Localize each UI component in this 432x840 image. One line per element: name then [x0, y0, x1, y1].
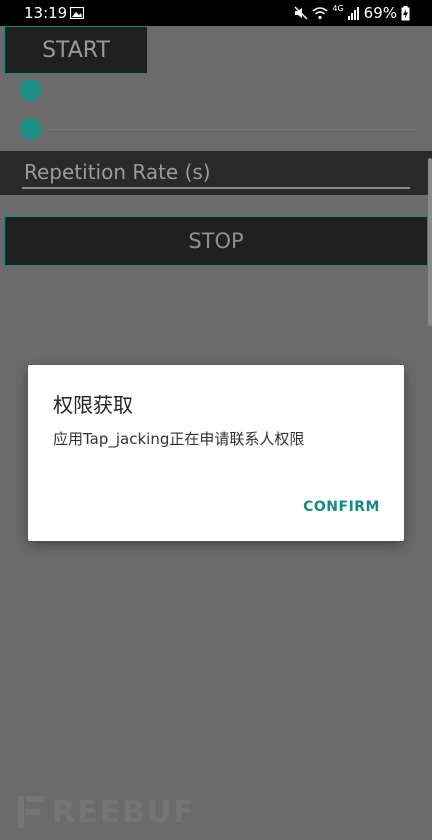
- battery-charging-icon: [401, 5, 410, 20]
- freebuf-logo-icon: [18, 796, 44, 828]
- dialog-title: 权限获取: [53, 393, 133, 417]
- stop-button[interactable]: STOP: [4, 216, 428, 266]
- radio-button-2[interactable]: [19, 118, 41, 140]
- freebuf-watermark: REEBUF: [16, 792, 196, 832]
- status-time: 13:19: [24, 4, 68, 22]
- wifi-icon: [312, 7, 328, 20]
- signal-icon: [347, 7, 359, 20]
- gallery-notification-icon: [70, 7, 84, 19]
- start-button[interactable]: START: [4, 26, 148, 74]
- network-type-label: 4G: [332, 4, 344, 13]
- screen: 13:19 4G 69% START Repetition Rate (s) S…: [0, 0, 432, 840]
- radio-button-1[interactable]: [19, 79, 41, 101]
- repetition-rate-input[interactable]: Repetition Rate (s): [24, 160, 211, 184]
- watermark-text: REEBUF: [52, 794, 196, 830]
- mute-icon: [294, 6, 308, 20]
- confirm-button[interactable]: CONFIRM: [303, 499, 380, 515]
- status-right-group: 4G 69%: [294, 4, 410, 22]
- scrollbar[interactable]: [428, 158, 432, 326]
- radio-divider: [46, 129, 416, 130]
- dialog-message: 应用Tap_jacking正在申请联系人权限: [53, 430, 305, 448]
- repetition-rate-underline: [22, 187, 410, 189]
- permission-dialog: 权限获取 应用Tap_jacking正在申请联系人权限 CONFIRM: [28, 365, 404, 541]
- battery-percent: 69%: [363, 4, 397, 22]
- status-bar: 13:19 4G 69%: [0, 0, 432, 26]
